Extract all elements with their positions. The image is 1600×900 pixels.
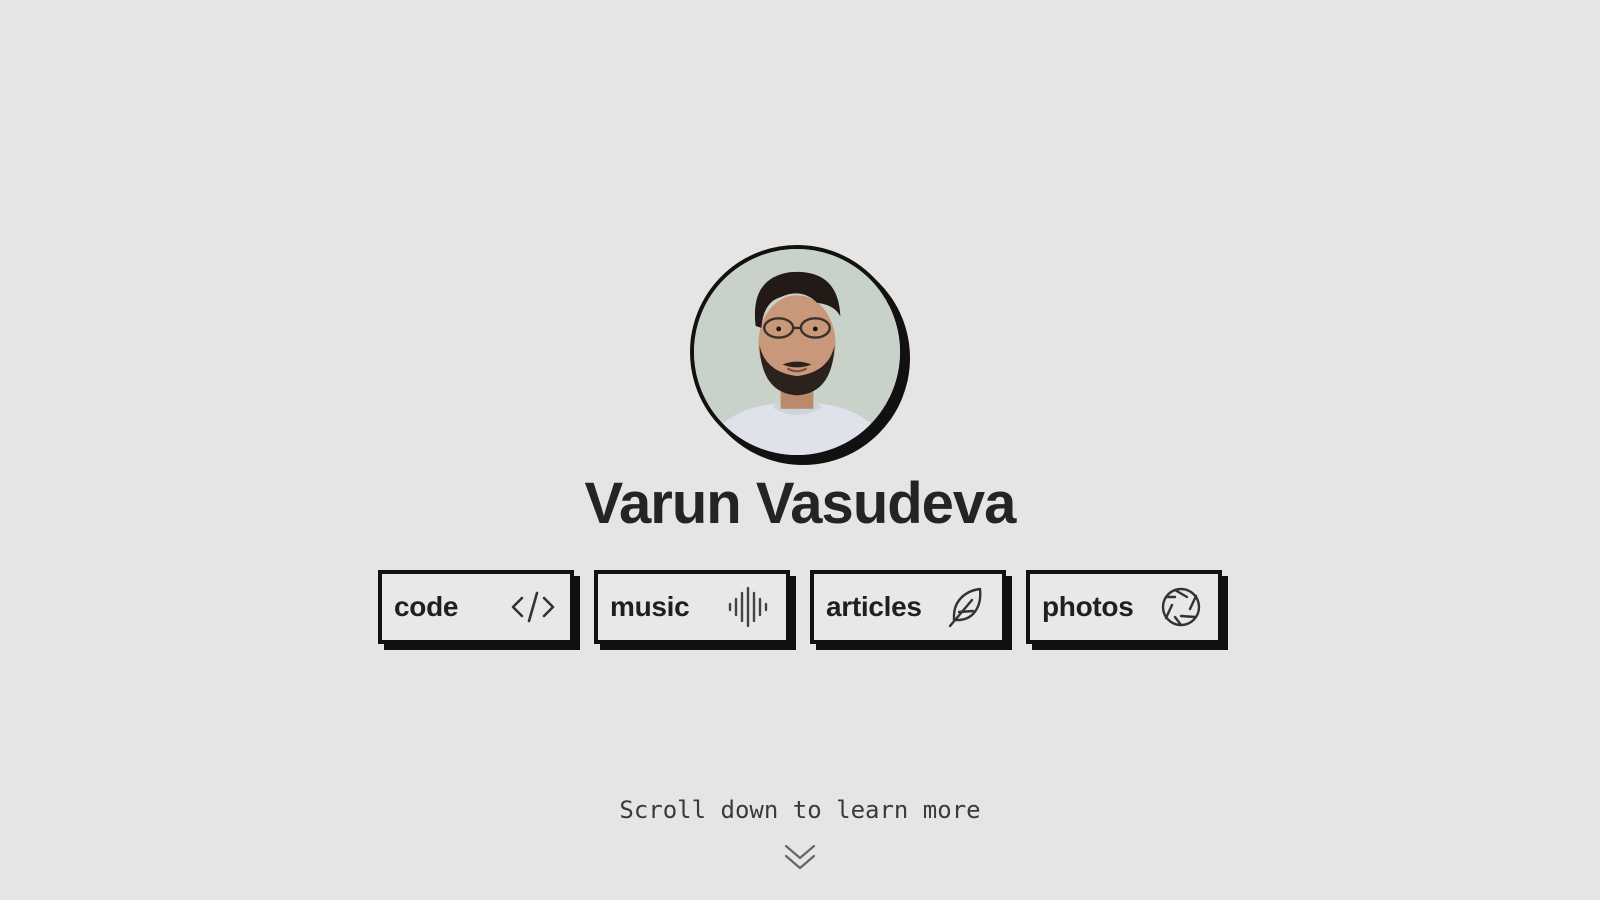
- button-face: code: [378, 570, 574, 644]
- double-chevron-down-icon[interactable]: [782, 840, 818, 874]
- code-button[interactable]: code: [378, 570, 580, 650]
- photos-button[interactable]: photos: [1026, 570, 1228, 650]
- articles-button[interactable]: articles: [810, 570, 1012, 650]
- scroll-hint-text: Scroll down to learn more: [619, 796, 981, 824]
- link-buttons: code music articles photos: [378, 570, 1228, 650]
- code-icon: [510, 584, 556, 630]
- music-button[interactable]: music: [594, 570, 796, 650]
- code-button-label: code: [394, 591, 459, 622]
- aperture-icon: [1158, 584, 1204, 630]
- music-button-label: music: [610, 591, 690, 622]
- page-title: Varun Vasudeva: [584, 471, 1017, 536]
- waveform-icon: [726, 584, 772, 630]
- button-face: articles: [810, 570, 1006, 644]
- articles-button-label: articles: [826, 591, 922, 622]
- avatar-photo: [690, 245, 904, 459]
- photos-button-label: photos: [1042, 591, 1134, 622]
- button-face: photos: [1026, 570, 1222, 644]
- avatar: [690, 245, 910, 465]
- hero-section: Varun Vasudeva code music articles photo…: [0, 0, 1600, 900]
- avatar-illustration: [694, 249, 900, 455]
- feather-icon: [942, 584, 988, 630]
- button-face: music: [594, 570, 790, 644]
